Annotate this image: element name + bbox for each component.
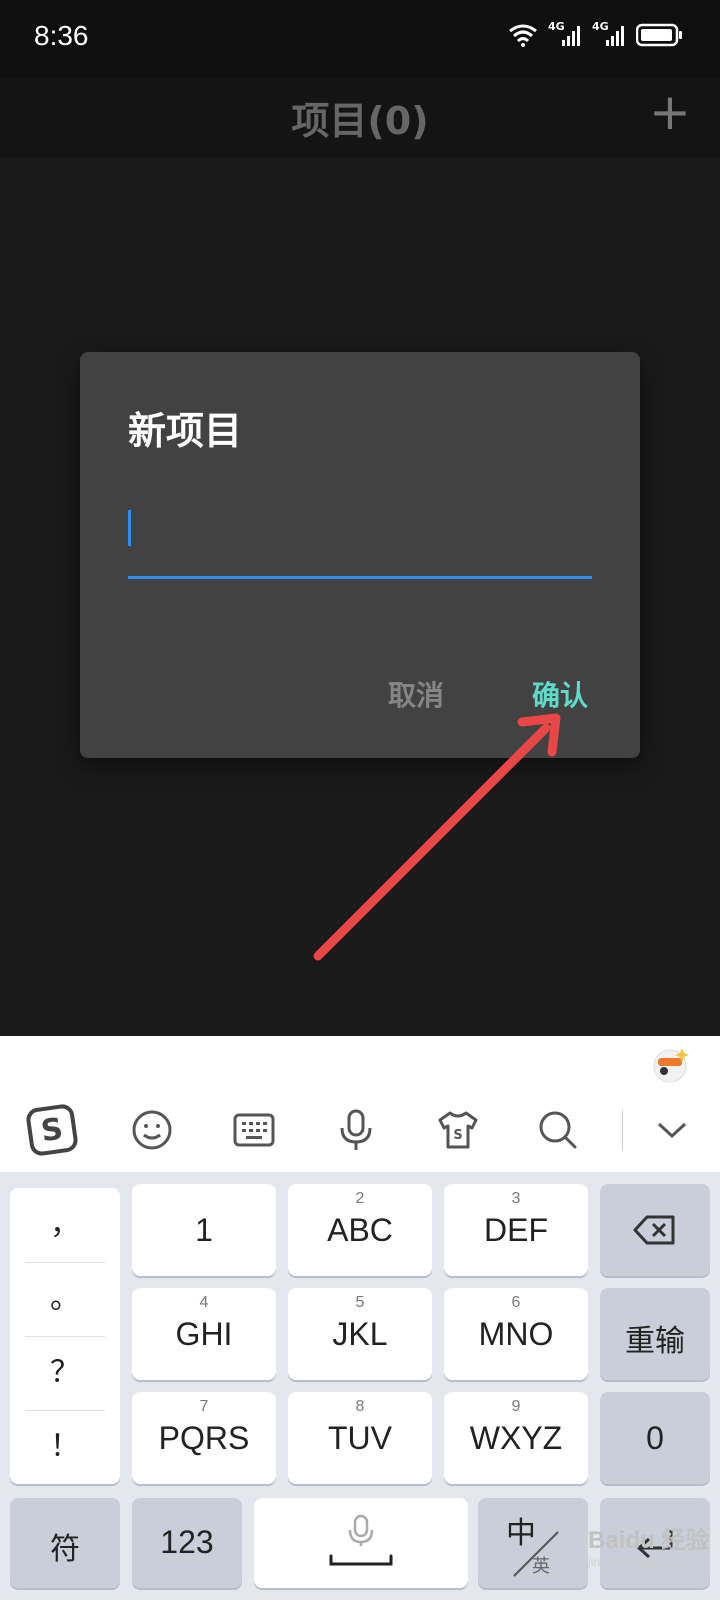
key-0[interactable]: 0 bbox=[600, 1392, 710, 1484]
reset-key-label: 重输 bbox=[625, 1324, 685, 1359]
key-9-num: 9 bbox=[511, 1398, 521, 1415]
key-0-label: 0 bbox=[646, 1420, 664, 1456]
key-8[interactable]: 8 TUV bbox=[288, 1392, 432, 1484]
emoji-icon[interactable] bbox=[124, 1102, 180, 1158]
punct-key-exclaim[interactable]: ！ bbox=[10, 1410, 120, 1484]
sogou-logo-icon[interactable]: S bbox=[24, 1102, 80, 1158]
key-8-num: 8 bbox=[355, 1398, 365, 1415]
watermark-url: jingyan.baidu.com bbox=[588, 1555, 685, 1569]
key-1[interactable]: 1 bbox=[132, 1184, 276, 1276]
page-title: 项目(0) bbox=[291, 99, 429, 143]
signal-icon-1: 4G bbox=[548, 20, 582, 48]
key-7-num: 7 bbox=[199, 1398, 209, 1415]
punctuation-column: ， 。 ？ ！ bbox=[10, 1188, 120, 1484]
key-5-label: JKL bbox=[332, 1316, 388, 1352]
status-icons: 4G 4G bbox=[508, 20, 684, 48]
punct-key-question[interactable]: ？ bbox=[10, 1336, 120, 1410]
en-label: 英 bbox=[532, 1556, 550, 1577]
status-bar: 8:36 4G 4G bbox=[0, 0, 720, 78]
battery-icon bbox=[636, 23, 682, 47]
svg-text:S: S bbox=[39, 1112, 65, 1150]
space-key[interactable] bbox=[254, 1498, 468, 1588]
key-2[interactable]: 2 ABC bbox=[288, 1184, 432, 1276]
svg-text:S: S bbox=[453, 1128, 462, 1143]
new-project-dialog: 新项目 取消 确认 bbox=[80, 352, 640, 758]
key-2-label: ABC bbox=[327, 1212, 393, 1248]
key-6-num: 6 bbox=[511, 1294, 521, 1311]
backspace-key[interactable] bbox=[600, 1184, 710, 1276]
wifi-icon bbox=[509, 24, 537, 47]
backspace-icon bbox=[633, 1215, 675, 1245]
keyboard-toolbar-area: S S bbox=[0, 1036, 720, 1172]
key-7[interactable]: 7 PQRS bbox=[132, 1392, 276, 1484]
signal-icon-2: 4G bbox=[592, 20, 626, 48]
punct-key-comma[interactable]: ， bbox=[10, 1188, 120, 1262]
skin-icon[interactable]: S bbox=[430, 1102, 486, 1158]
number-key[interactable]: 123 bbox=[132, 1498, 242, 1588]
app-bar: 项目(0) + bbox=[0, 78, 720, 158]
toolbar-divider bbox=[622, 1110, 623, 1150]
project-name-input[interactable] bbox=[128, 510, 592, 580]
key-6[interactable]: 6 MNO bbox=[444, 1288, 588, 1380]
key-6-label: MNO bbox=[478, 1316, 554, 1352]
text-cursor bbox=[128, 510, 131, 546]
space-mic-icon bbox=[329, 1514, 393, 1566]
status-time: 8:36 bbox=[34, 20, 89, 51]
baidu-watermark: Baidu 经验 jingyan.baidu.com bbox=[588, 1520, 718, 1590]
ime-keyboard: S S ， 。 ？ ！ 1 2 ABC 3 DEF 4 GHI 5 JKL 6 … bbox=[0, 1036, 720, 1600]
plus-icon[interactable]: + bbox=[648, 87, 692, 137]
key-3[interactable]: 3 DEF bbox=[444, 1184, 588, 1276]
key-7-label: PQRS bbox=[158, 1420, 250, 1456]
key-9[interactable]: 9 WXYZ bbox=[444, 1392, 588, 1484]
key-1-label: 1 bbox=[195, 1212, 213, 1248]
key-8-label: TUV bbox=[328, 1420, 392, 1456]
key-5[interactable]: 5 JKL bbox=[288, 1288, 432, 1380]
dialog-title: 新项目 bbox=[128, 409, 243, 453]
number-key-label: 123 bbox=[160, 1524, 214, 1560]
search-icon[interactable] bbox=[530, 1102, 586, 1158]
keyboard-icon[interactable] bbox=[226, 1102, 282, 1158]
keyboard-toolbar: S S bbox=[0, 1096, 720, 1166]
key-9-label: WXYZ bbox=[469, 1420, 563, 1456]
key-5-num: 5 bbox=[355, 1294, 365, 1311]
key-4-num: 4 bbox=[199, 1294, 209, 1311]
cancel-button[interactable]: 取消 bbox=[388, 674, 444, 714]
key-2-num: 2 bbox=[355, 1190, 365, 1207]
key-3-label: DEF bbox=[484, 1212, 548, 1248]
symbol-key[interactable]: 符 bbox=[10, 1498, 120, 1588]
language-switch-key[interactable]: 中 英 bbox=[478, 1498, 588, 1588]
confirm-button[interactable]: 确认 bbox=[532, 674, 588, 714]
reset-key[interactable]: 重输 bbox=[600, 1288, 710, 1380]
microphone-icon[interactable] bbox=[328, 1102, 384, 1158]
punct-key-period[interactable]: 。 bbox=[10, 1262, 120, 1336]
watermark-brand: Baidu 经验 bbox=[588, 1527, 710, 1554]
symbol-key-label: 符 bbox=[50, 1532, 80, 1567]
input-underline bbox=[128, 576, 592, 579]
key-3-num: 3 bbox=[511, 1190, 521, 1207]
key-4[interactable]: 4 GHI bbox=[132, 1288, 276, 1380]
mascot-icon[interactable] bbox=[650, 1044, 690, 1084]
key-4-label: GHI bbox=[175, 1316, 233, 1352]
collapse-icon[interactable] bbox=[644, 1102, 700, 1158]
